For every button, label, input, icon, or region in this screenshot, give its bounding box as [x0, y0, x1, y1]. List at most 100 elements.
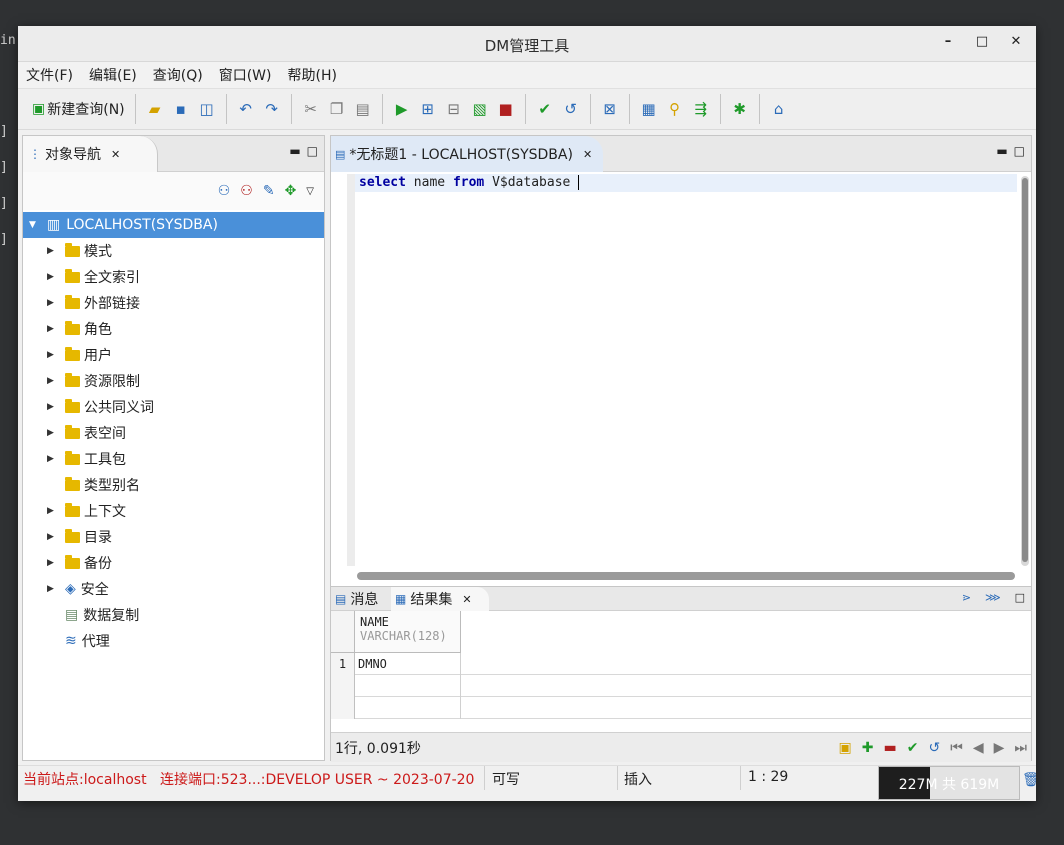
tree-item[interactable]: 类型别名 — [23, 472, 324, 498]
lock-icon[interactable]: ▣ — [839, 740, 852, 756]
sql-line[interactable]: select name from V$database — [355, 174, 1017, 192]
open-folder-icon[interactable]: ▰ — [142, 96, 168, 122]
expand-arrow-icon[interactable]: ▶ — [47, 350, 61, 360]
horizontal-scrollbar[interactable] — [357, 572, 1015, 580]
trash-icon[interactable]: 🗑 — [1022, 772, 1036, 788]
maximize-panel-icon[interactable]: □ — [1015, 591, 1025, 604]
menu-query[interactable]: 查询(Q) — [153, 65, 203, 85]
expand-arrow-icon[interactable]: ▶ — [47, 376, 61, 386]
tree-item[interactable]: ▶ 工具包 — [23, 446, 324, 472]
save-all-icon[interactable]: ◫ — [194, 96, 220, 122]
table-row[interactable] — [331, 697, 1031, 719]
column-header-name[interactable]: NAME VARCHAR(128) — [355, 611, 461, 653]
save-icon[interactable]: ▪ — [168, 96, 194, 122]
expand-arrow-icon[interactable]: ▶ — [47, 454, 61, 464]
expand-arrow-icon[interactable]: ▶ — [47, 402, 61, 412]
copy-icon[interactable]: ❐ — [324, 96, 350, 122]
paste-icon[interactable]: ▤ — [350, 96, 376, 122]
cut-icon[interactable]: ✂ — [298, 96, 324, 122]
connect-icon[interactable]: ⚇ — [218, 183, 231, 199]
explain-icon[interactable]: ⊠ — [597, 96, 623, 122]
redo-icon[interactable]: ↷ — [259, 96, 285, 122]
run-script-icon[interactable]: ▧ — [467, 96, 493, 122]
run-line-icon[interactable]: ⊟ — [441, 96, 467, 122]
expand-arrow-icon[interactable]: ▼ — [29, 220, 43, 230]
commit-icon[interactable]: ✔ — [907, 740, 919, 756]
tree-root-connection[interactable]: ▼ ▥ LOCALHOST(SYSDBA) — [23, 212, 324, 238]
view-menu-icon[interactable]: ▽ — [306, 186, 314, 197]
tree-item[interactable]: ▶ 上下文 — [23, 498, 324, 524]
expand-arrow-icon[interactable]: ▶ — [47, 532, 61, 542]
tree-item[interactable]: ▤ 数据复制 — [23, 602, 324, 628]
bug-icon[interactable]: ✱ — [727, 96, 753, 122]
home-icon[interactable]: ⌂ — [766, 96, 792, 122]
schedule-icon[interactable]: ▦ — [636, 96, 662, 122]
expand-arrow-icon[interactable]: ▶ — [47, 428, 61, 438]
expand-arrow-icon[interactable]: ▶ — [47, 272, 61, 282]
tab-query-editor[interactable]: ▤ *无标题1 - LOCALHOST(SYSDBA) ✕ — [331, 136, 603, 172]
minimize-panel-icon[interactable]: ▬ — [996, 144, 1007, 158]
tree-item[interactable]: ▶ 全文索引 — [23, 264, 324, 290]
expand-arrow-icon[interactable]: ▶ — [47, 298, 61, 308]
close-tab-icon[interactable]: ✕ — [583, 148, 592, 161]
result-grid[interactable]: NAME VARCHAR(128) 1 DMNO — [331, 611, 1031, 727]
tree-item[interactable]: ≋ 代理 — [23, 628, 324, 654]
tab-resultset[interactable]: ▦ 结果集 ✕ — [391, 587, 489, 611]
stop-icon[interactable]: ■ — [493, 96, 519, 122]
undo-icon[interactable]: ↶ — [233, 96, 259, 122]
transfer-icon[interactable]: ⇶ — [688, 96, 714, 122]
title-bar[interactable]: DM管理工具 – □ ✕ — [18, 26, 1036, 62]
expand-arrow-icon[interactable]: ▶ — [47, 558, 61, 568]
expand-arrow-icon[interactable]: ▶ — [47, 584, 61, 594]
last-page-icon[interactable]: ⏭ — [1014, 740, 1027, 756]
menu-window[interactable]: 窗口(W) — [219, 65, 272, 85]
first-page-icon[interactable]: ⏮ — [950, 740, 963, 756]
close-tab-icon[interactable]: ✕ — [462, 593, 471, 606]
tree-item[interactable]: ▶ ◈ 安全 — [23, 576, 324, 602]
rollback-icon[interactable]: ↺ — [558, 96, 584, 122]
disconnect-icon[interactable]: ⚇ — [240, 183, 253, 199]
menu-help[interactable]: 帮助(H) — [288, 65, 337, 85]
next-page-icon[interactable]: ▶ — [994, 740, 1005, 756]
table-cell[interactable]: DMNO — [355, 653, 461, 675]
table-row[interactable]: 1 DMNO — [331, 653, 1031, 675]
tree-item[interactable]: ▶ 目录 — [23, 524, 324, 550]
vertical-scrollbar[interactable] — [1021, 176, 1029, 566]
close-button[interactable]: ✕ — [1006, 34, 1026, 49]
maximize-panel-icon[interactable]: □ — [1014, 144, 1025, 158]
close-tab-icon[interactable]: ✕ — [111, 148, 120, 161]
tree-item[interactable]: ▶ 外部链接 — [23, 290, 324, 316]
debug-search-icon[interactable]: ⚲ — [662, 96, 688, 122]
tab-messages[interactable]: ▤ 消息 — [331, 587, 391, 611]
table-row[interactable] — [331, 675, 1031, 697]
new-query-button[interactable]: ▣ 新建查询(N) — [28, 96, 129, 122]
menu-edit[interactable]: 编辑(E) — [89, 65, 137, 85]
expand-icon[interactable]: ✥ — [285, 183, 297, 199]
tree-item[interactable]: ▶ 模式 — [23, 238, 324, 264]
expand-arrow-icon[interactable]: ▶ — [47, 506, 61, 516]
menu-file[interactable]: 文件(F) — [26, 65, 73, 85]
minimize-button[interactable]: – — [938, 34, 958, 49]
delete-row-icon[interactable]: ▬ — [884, 740, 897, 756]
tree-item[interactable]: ▶ 角色 — [23, 316, 324, 342]
commit-icon[interactable]: ✔ — [532, 96, 558, 122]
prev-page-icon[interactable]: ◀ — [973, 740, 984, 756]
maximize-button[interactable]: □ — [972, 34, 992, 49]
maximize-panel-icon[interactable]: □ — [307, 144, 318, 158]
tree-item[interactable]: ▶ 表空间 — [23, 420, 324, 446]
expand-arrow-icon[interactable]: ▶ — [47, 324, 61, 334]
rollback-icon[interactable]: ↺ — [928, 740, 940, 756]
edit-icon[interactable]: ✎ — [263, 183, 275, 199]
tree-item[interactable]: ▶ 资源限制 — [23, 368, 324, 394]
tab-object-navigator[interactable]: ⋮ 对象导航 ✕ — [23, 136, 158, 172]
tree-item[interactable]: ▶ 用户 — [23, 342, 324, 368]
minimize-panel-icon[interactable]: ▬ — [289, 144, 300, 158]
tree-item[interactable]: ▶ 公共同义词 — [23, 394, 324, 420]
tree-item[interactable]: ▶ 备份 — [23, 550, 324, 576]
run-icon[interactable]: ▶ — [389, 96, 415, 122]
add-row-icon[interactable]: ✚ — [862, 740, 874, 756]
expand-arrow-icon[interactable]: ▶ — [47, 246, 61, 256]
link-icon[interactable]: ⋙ — [985, 591, 1001, 604]
collapse-icon[interactable]: ⋗ — [962, 591, 971, 604]
run-selection-icon[interactable]: ⊞ — [415, 96, 441, 122]
